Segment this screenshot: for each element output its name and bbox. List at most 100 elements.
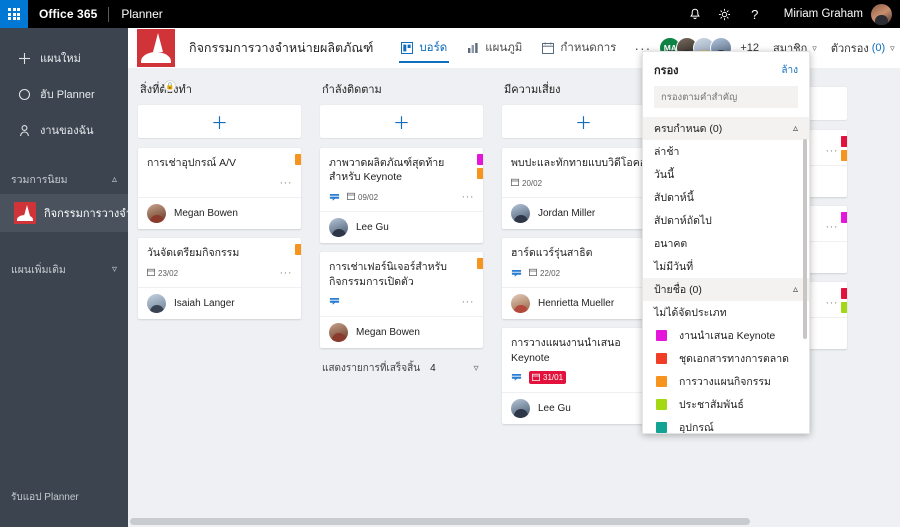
task-card[interactable]: การเช่าเฟอร์นิเจอร์สำหรับกิจกรรมการเปิดต… [320,252,483,348]
bucket-title[interactable]: สิ่งที่ต้องทำ [138,80,301,98]
horizontal-scrollbar[interactable] [128,516,900,527]
filter-option-label: ประชาสัมพันธ์ [679,399,744,411]
app-name-planner[interactable]: Planner [109,7,174,21]
label-color-swatch [656,353,667,364]
card-meta: 20/02··· [511,176,656,190]
due-date-chip[interactable]: 09/02 [347,192,378,202]
label-color-swatch [656,422,667,433]
card-assignee: Megan Bowen [138,197,301,229]
filter-search-input[interactable] [654,86,798,108]
chevron-down-icon: ▿ [111,263,117,275]
task-card[interactable]: วันจัดเตรียมกิจกรรม 23/02 ··· Isaiah Langer [138,238,301,320]
user-name[interactable]: Miriam Graham [770,8,871,20]
task-card[interactable]: พบปะและทักทายแบบวิดีโอคอล 20/02··· Jordan … [502,148,665,230]
clear-filters-button[interactable]: ล้าง [781,63,798,78]
help-icon[interactable]: ? [740,0,770,28]
avatar [329,218,348,238]
bell-icon[interactable] [680,0,710,28]
card-more-button[interactable]: ··· [280,178,293,189]
label-chip[interactable] [295,244,301,256]
flyout-scrollbar-thumb[interactable] [803,139,807,339]
filter-option[interactable]: สัปดาห์นี้ [643,186,809,209]
filter-group-header[interactable]: ครบกำหนด (0) ▵ [643,117,809,140]
add-task-button[interactable]: ＋ [320,105,483,138]
add-task-button[interactable]: ＋ [138,105,301,138]
task-card[interactable]: การวางแผนงานนำเสนอ Keynote 31/01··· Lee Gu [502,328,665,424]
tab-charts[interactable]: แผนภูมิ [457,28,532,68]
card-labels [841,136,847,161]
label-chip[interactable] [841,212,847,223]
bucket-title[interactable]: มีความเสี่ยง [502,80,665,98]
task-card[interactable]: ฮาร์ดแวร์รุ่นสาธิต 22/02··· Henrietta Muel… [502,238,665,320]
label-chip[interactable] [477,258,483,270]
add-task-button[interactable]: ＋ [502,105,665,138]
task-card[interactable]: การเช่าอุปกรณ์ A/V ··· Megan Bowen [138,148,301,230]
filter-option[interactable]: ประชาสัมพันธ์ [643,393,809,416]
filter-group-header[interactable]: ป้ายชื่อ (0) ▵ [643,278,809,301]
filter-option[interactable]: อนาคต [643,232,809,255]
card-more-button[interactable]: ··· [826,222,839,233]
filter-option[interactable]: การวางแผนกิจกรรม [643,370,809,393]
show-completed-toggle[interactable]: แสดงรายการที่เสร็จสิ้น 4 ▿ [320,357,483,376]
filter-option[interactable]: ไม่มีวันที่ [643,255,809,278]
app-launcher-icon[interactable] [0,0,28,28]
tab-board[interactable]: บอร์ด [391,28,457,68]
filter-option[interactable]: งานนำเสนอ Keynote [643,324,809,347]
office-brand[interactable]: Office 365 [28,7,108,21]
sidebar-item-label: งานของฉัน [40,125,94,137]
due-date-chip[interactable]: 20/02 [511,178,542,188]
filter-option[interactable]: ชุดเอกสารทางการตลาด [643,347,809,370]
card-body: การเช่าเฟอร์นิเจอร์สำหรับกิจกรรมการเปิดต… [320,252,483,315]
card-more-button[interactable]: ··· [462,296,475,307]
card-more-button[interactable]: ··· [826,146,839,157]
sidebar-item-planner-hub[interactable]: ฮับ Planner [0,76,128,112]
card-more-button[interactable]: ··· [826,298,839,309]
lock-icon: 🔒 [164,80,176,92]
due-date-chip[interactable]: 31/01 [529,371,567,385]
label-chip[interactable] [841,302,847,313]
card-labels [841,288,847,313]
due-date-chip[interactable]: 23/02 [147,268,178,278]
sidebar-section-more-plans[interactable]: แผนเพิ่มเติม ▿ [0,254,128,284]
calendar-icon [529,268,537,278]
card-more-button[interactable]: ··· [462,192,475,203]
sidebar-section-label: แผนเพิ่มเติม [11,263,66,276]
filter-option[interactable]: อุปกรณ์ [643,416,809,433]
assignee-name: Lee Gu [356,222,389,234]
filter-option[interactable]: ล่าช้า [643,140,809,163]
avatar [511,204,530,224]
filter-option[interactable]: สัปดาห์ถัดไป [643,209,809,232]
label-color-swatch [656,399,667,410]
filter-options-scroll[interactable]: ครบกำหนด (0) ▵ ล่าช้า วันนี้ สัปดาห์นี้ สัปดา… [643,117,809,433]
sidebar-item-my-tasks[interactable]: งานของฉัน [0,112,128,148]
filter-option[interactable]: ไม่ได้จัดประเภท [643,301,809,324]
filter-flyout-header: กรอง ล้าง [643,52,809,108]
bucket-title[interactable]: กำลังติดตาม [320,80,483,98]
filter-option-label: งานนำเสนอ Keynote [679,330,776,342]
sidebar-section-favorites[interactable]: รวมการนิยม ▵ [0,164,128,194]
scrollbar-thumb[interactable] [130,518,750,525]
filter-option[interactable]: วันนี้ [643,163,809,186]
label-chip[interactable] [295,154,301,165]
sidebar-item-new-plan[interactable]: แผนใหม่ [0,40,128,76]
card-more-button[interactable]: ··· [280,268,293,279]
sidebar-item-plan[interactable]: กิจกรรมการวางจำหน่าย... [0,194,128,232]
get-planner-app-link[interactable]: รับแอป Planner [0,490,128,505]
label-chip[interactable] [841,136,847,147]
label-chip[interactable] [477,168,483,179]
filter-button[interactable]: ตัวกรอง (0) ▿ [831,39,895,57]
card-assignee: Megan Bowen [320,315,483,348]
avatar[interactable] [871,3,892,25]
card-assignee: Isaiah Langer [138,287,301,319]
board-icon [401,42,414,54]
due-date-chip[interactable]: 22/02 [529,268,560,278]
tab-label: แผนภูมิ [485,42,523,54]
label-chip[interactable] [477,154,483,165]
label-chip[interactable] [841,288,847,299]
card-title: การเช่าอุปกรณ์ A/V [147,157,237,169]
page-title[interactable]: กิจกรรมการวางจำหน่ายผลิตภัณฑ์ [189,38,373,58]
tab-schedule[interactable]: กำหนดการ [532,28,626,68]
task-card[interactable]: ภาพวาดผลิตภัณฑ์สุดท้ายสำหรับ Keynote 09/0… [320,148,483,244]
label-chip[interactable] [841,150,847,161]
gear-icon[interactable] [710,0,740,28]
